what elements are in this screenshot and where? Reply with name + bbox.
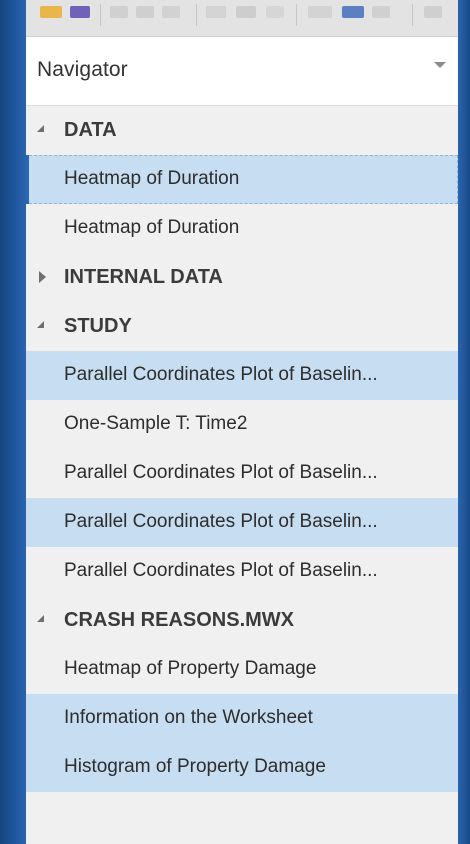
- tree-item-label: Information on the Worksheet: [64, 707, 313, 728]
- tree-group-1[interactable]: INTERNAL DATA: [26, 253, 458, 302]
- window-frame-right: [458, 0, 470, 844]
- toolbar-separator: [412, 4, 413, 26]
- expanded-triangle-icon[interactable]: [37, 321, 44, 328]
- navigator-title: Navigator: [37, 58, 128, 81]
- tree-item-label: Parallel Coordinates Plot of Baselin...: [64, 560, 378, 581]
- tree-group-label: CRASH REASONS.MWX: [64, 609, 295, 631]
- tree-item[interactable]: Heatmap of Duration: [26, 204, 458, 253]
- toolbar-icon[interactable]: [308, 6, 332, 18]
- tree-item-label: Heatmap of Property Damage: [64, 658, 317, 679]
- expanded-triangle-icon[interactable]: [37, 125, 44, 132]
- tree-item[interactable]: Parallel Coordinates Plot of Baselin...: [26, 498, 458, 547]
- tree-item-label: Histogram of Property Damage: [64, 756, 326, 777]
- tree-item[interactable]: Parallel Coordinates Plot of Baselin...: [26, 547, 458, 596]
- toolbar-strip: [26, 0, 458, 37]
- toolbar-separator: [296, 4, 297, 26]
- tree-item-label: Parallel Coordinates Plot of Baselin...: [64, 364, 378, 385]
- toolbar-icon[interactable]: [70, 6, 90, 18]
- expanded-triangle-icon[interactable]: [37, 615, 44, 622]
- toolbar-icon[interactable]: [40, 6, 62, 18]
- tree-item[interactable]: Parallel Coordinates Plot of Baselin...: [26, 449, 458, 498]
- tree-item-label: Parallel Coordinates Plot of Baselin...: [64, 462, 378, 483]
- tree-group-2[interactable]: STUDY: [26, 302, 458, 351]
- toolbar-icon[interactable]: [342, 6, 364, 18]
- toolbar-separator: [100, 4, 101, 26]
- tree-group-label: STUDY: [64, 315, 132, 337]
- toolbar-icon[interactable]: [266, 6, 284, 18]
- tree-item[interactable]: Parallel Coordinates Plot of Baselin...: [26, 351, 458, 400]
- chevron-down-icon[interactable]: [434, 62, 446, 68]
- tree-item[interactable]: Histogram of Property Damage: [26, 743, 458, 792]
- toolbar-icon[interactable]: [372, 6, 390, 18]
- tree-item[interactable]: Heatmap of Duration: [26, 155, 458, 204]
- tree-item-label: One-Sample T: Time2: [64, 413, 248, 434]
- tree-item-label: Heatmap of Duration: [64, 168, 240, 189]
- toolbar-icon[interactable]: [424, 6, 442, 18]
- toolbar-icon[interactable]: [136, 6, 154, 18]
- tree-item[interactable]: One-Sample T: Time2: [26, 400, 458, 449]
- tree-item-label: Parallel Coordinates Plot of Baselin...: [64, 511, 378, 532]
- navigator-tree: DATA Heatmap of Duration Heatmap of Durati…: [26, 106, 458, 792]
- navigator-panel: Navigator DATA Heatmap of Duration Heatmap…: [26, 0, 458, 844]
- tree-group-label: INTERNAL DATA: [64, 266, 223, 288]
- tree-group-label: DATA: [64, 119, 117, 141]
- tree-item[interactable]: Information on the Worksheet: [26, 694, 458, 743]
- toolbar-icon[interactable]: [236, 6, 256, 18]
- tree-group-3[interactable]: CRASH REASONS.MWX: [26, 596, 458, 645]
- toolbar-icon[interactable]: [110, 6, 128, 18]
- tree-item-label: Heatmap of Duration: [64, 217, 240, 238]
- toolbar-separator: [196, 4, 197, 26]
- window-frame-left: [0, 0, 26, 844]
- toolbar-icon[interactable]: [206, 6, 226, 18]
- tree-group-0[interactable]: DATA: [26, 106, 458, 155]
- tree-item[interactable]: Heatmap of Property Damage: [26, 645, 458, 694]
- navigator-header: Navigator: [26, 37, 458, 106]
- toolbar-icon[interactable]: [162, 6, 180, 18]
- collapsed-triangle-icon[interactable]: [39, 271, 46, 283]
